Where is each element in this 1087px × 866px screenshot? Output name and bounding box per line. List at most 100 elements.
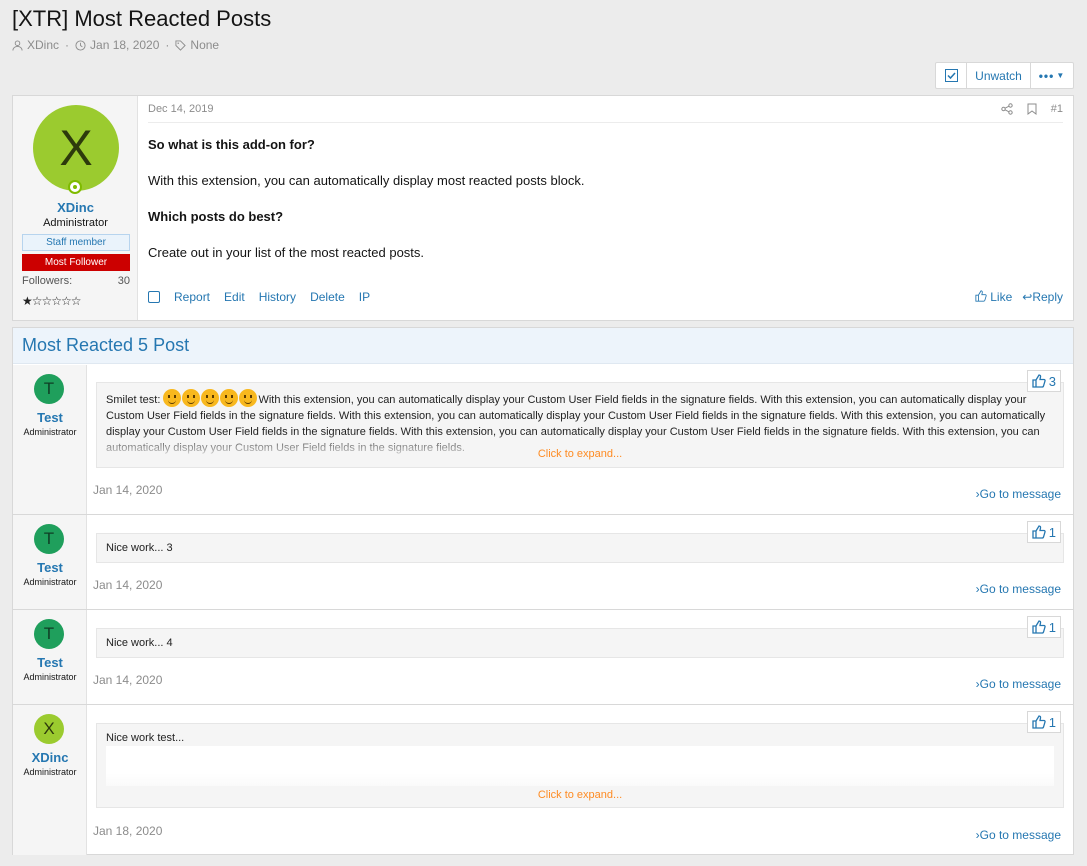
avatar[interactable]: X — [34, 714, 64, 744]
post-paragraph: With this extension, you can automatical… — [148, 173, 585, 188]
smile-emoji-icon — [163, 389, 182, 407]
reply-icon: ↩ — [1022, 290, 1033, 304]
reaction-count-button[interactable]: 1 — [1026, 521, 1061, 543]
report-link[interactable]: Report — [174, 290, 210, 304]
clock-icon — [75, 39, 86, 51]
reply-button[interactable]: ↩Reply — [1022, 290, 1063, 304]
username[interactable]: Test — [13, 560, 87, 575]
go-to-message-label: Go to message — [979, 582, 1061, 596]
reaction-count-button[interactable]: 3 — [1026, 370, 1061, 392]
page-title: [XTR] Most Reacted Posts — [12, 6, 272, 31]
row-user-panel: X XDinc Administrator — [13, 705, 87, 855]
message-date[interactable]: Jan 18, 2020 — [93, 824, 162, 838]
go-to-message-label: Go to message — [979, 677, 1061, 691]
list-item: X XDinc Administrator Nice work test... … — [13, 705, 1073, 855]
post-heading: So what is this add-on for? — [148, 137, 315, 152]
reaction-count-button[interactable]: 1 — [1026, 711, 1061, 733]
select-checkbox-button[interactable] — [936, 63, 967, 88]
list-item: T Test Administrator Smilet test: With t… — [13, 365, 1073, 515]
post-number[interactable]: #1 — [1051, 103, 1063, 115]
most-reacted-block: Most Reacted 5 Post T Test Administrator… — [12, 327, 1074, 855]
go-to-message-link[interactable]: ›Go to message — [976, 677, 1061, 691]
more-label: ••• — [1038, 68, 1055, 83]
delete-link[interactable]: Delete — [310, 290, 345, 304]
post-body: So what is this add-on for? With this ex… — [148, 136, 1063, 280]
username[interactable]: XDinc — [13, 750, 87, 765]
go-to-message-label: Go to message — [979, 828, 1061, 842]
avatar[interactable]: X — [33, 105, 119, 191]
confused-emoji-icon — [182, 389, 201, 407]
user-title: Administrator — [43, 217, 108, 229]
more-options-button[interactable]: ••• ▼ — [1031, 63, 1073, 88]
ip-link[interactable]: IP — [359, 290, 370, 304]
post-date[interactable]: Dec 14, 2019 — [148, 103, 213, 115]
user-title: Administrator — [23, 672, 77, 682]
followers-count: 30 — [117, 275, 130, 287]
user-title: Administrator — [23, 577, 77, 587]
reaction-count-button[interactable]: 1 — [1026, 616, 1061, 638]
message-text: Nice work... 3 — [106, 542, 173, 554]
list-item: T Test Administrator Nice work... 4 1 Ja… — [13, 610, 1073, 705]
bookmark-icon[interactable] — [1027, 103, 1037, 115]
neutral-emoji-icon — [201, 389, 220, 407]
thread-tags: None — [190, 38, 220, 52]
message-preview: Nice work test... Click to expand... — [96, 723, 1064, 808]
user-icon — [12, 39, 23, 51]
separator: · — [65, 38, 70, 52]
share-icon[interactable] — [1001, 103, 1013, 115]
message-preview: Smilet test: With this extension, you ca… — [96, 382, 1064, 468]
reaction-count: 1 — [1048, 524, 1056, 540]
reply-label: Reply — [1032, 290, 1063, 304]
caret-down-icon: ▼ — [1056, 71, 1066, 80]
unwatch-button[interactable]: Unwatch — [967, 63, 1031, 88]
like-button[interactable]: Like — [975, 290, 1012, 304]
reaction-count: 1 — [1048, 619, 1056, 635]
username[interactable]: XDinc — [13, 200, 138, 215]
select-post-checkbox[interactable] — [148, 291, 160, 303]
thread-author[interactable]: XDinc — [27, 38, 59, 52]
reaction-count: 1 — [1048, 714, 1056, 730]
followers-label: Followers: — [22, 275, 73, 287]
avatar[interactable]: T — [34, 524, 64, 554]
thumbs-up-icon — [1032, 620, 1046, 634]
most-follower-badge: Most Follower — [22, 254, 130, 271]
click-to-expand-link[interactable]: Click to expand... — [97, 446, 1063, 462]
message-preview: Nice work... 4 — [96, 628, 1064, 658]
block-title: Most Reacted 5 Post — [13, 328, 1073, 364]
tags-icon — [175, 39, 187, 51]
avatar[interactable]: T — [34, 374, 64, 404]
user-title: Administrator — [23, 767, 77, 777]
row-user-panel: T Test Administrator — [13, 365, 87, 514]
message-date[interactable]: Jan 14, 2020 — [93, 578, 162, 592]
message-date[interactable]: Jan 14, 2020 — [93, 483, 162, 497]
unamused-emoji-icon — [239, 389, 258, 407]
rating-stars: ★☆☆☆☆☆ — [22, 294, 82, 308]
thumbs-up-icon — [1032, 715, 1046, 729]
online-status-icon — [68, 180, 82, 194]
list-item: T Test Administrator Nice work... 3 1 Ja… — [13, 515, 1073, 610]
thumbs-up-icon — [1032, 525, 1046, 539]
go-to-message-label: Go to message — [979, 487, 1061, 501]
post-heading: Which posts do best? — [148, 209, 284, 224]
like-label: Like — [990, 290, 1013, 304]
followers-row: Followers: 30 — [22, 275, 130, 287]
username[interactable]: Test — [13, 655, 87, 670]
click-to-expand-link[interactable]: Click to expand... — [97, 787, 1063, 803]
staff-badge: Staff member — [22, 234, 130, 251]
history-link[interactable]: History — [259, 290, 296, 304]
go-to-message-link[interactable]: ›Go to message — [976, 828, 1061, 842]
thread-action-bar: Unwatch ••• ▼ — [935, 62, 1074, 89]
thread-date[interactable]: Jan 18, 2020 — [90, 38, 159, 52]
username[interactable]: Test — [13, 410, 87, 425]
edit-link[interactable]: Edit — [224, 290, 245, 304]
avatar[interactable]: T — [34, 619, 64, 649]
message-text: Nice work... 4 — [106, 637, 173, 649]
worried-emoji-icon — [220, 389, 239, 407]
thread-meta: XDinc · Jan 18, 2020 · None — [12, 38, 219, 52]
go-to-message-link[interactable]: ›Go to message — [976, 582, 1061, 596]
first-post: X XDinc Administrator Staff member Most … — [12, 95, 1074, 321]
thumbs-up-icon — [975, 290, 987, 302]
reaction-count: 3 — [1048, 373, 1056, 389]
message-date[interactable]: Jan 14, 2020 — [93, 673, 162, 687]
go-to-message-link[interactable]: ›Go to message — [976, 487, 1061, 501]
